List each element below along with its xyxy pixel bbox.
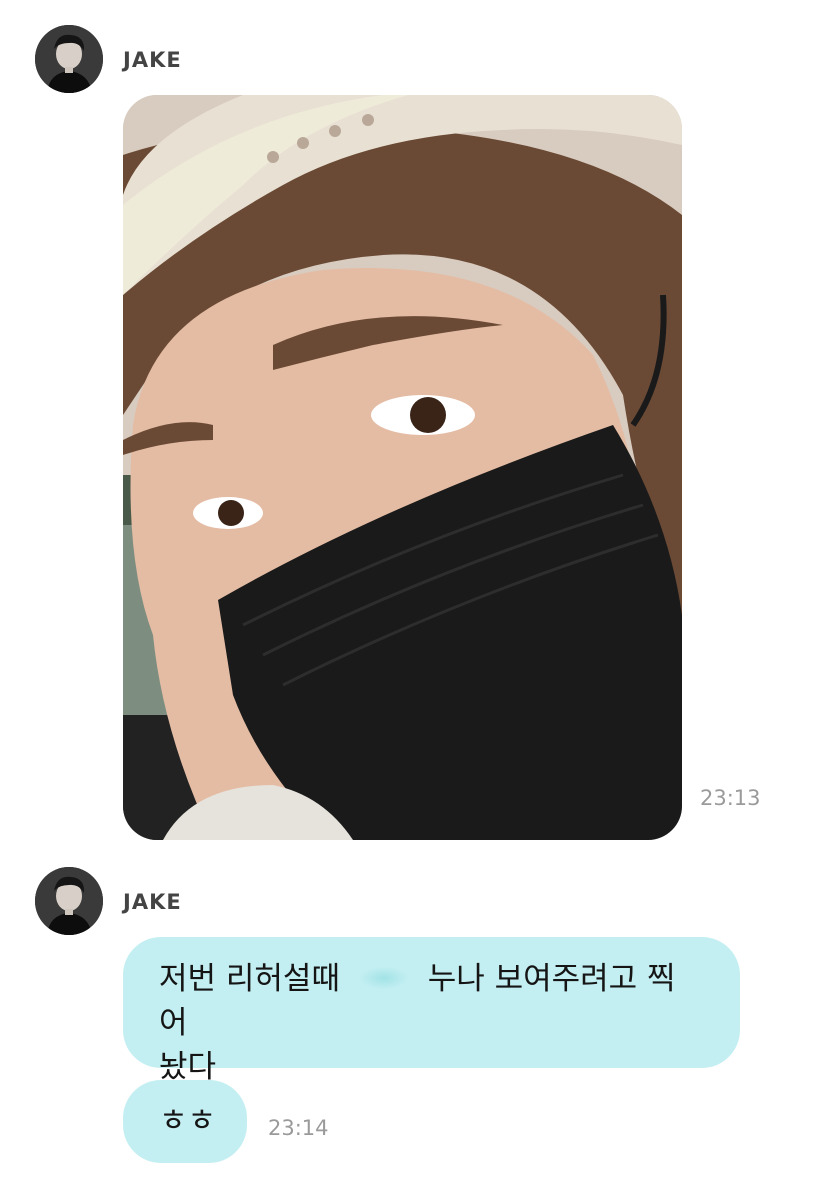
message-text: ㅎㅎ [159, 1103, 217, 1139]
selfie-photo [123, 95, 682, 840]
text-message-bubble[interactable]: ㅎㅎ [123, 1080, 247, 1163]
avatar-portrait-icon [35, 25, 103, 93]
sender-avatar[interactable] [35, 25, 103, 93]
message-timestamp: 23:13 [700, 786, 761, 810]
message-line: 놨다 [159, 1045, 704, 1089]
photo-message[interactable] [123, 95, 682, 840]
text-message-bubble[interactable]: 저번 리허설때 누나 보여주려고 찍어 놨다 [123, 937, 740, 1085]
sender-name: JAKE [123, 890, 182, 914]
sender-avatar[interactable] [35, 867, 103, 935]
avatar-portrait-icon [35, 867, 103, 935]
message-line: 저번 리허설때 누나 보여주려고 찍어 [159, 957, 704, 1045]
message-timestamp: 23:14 [268, 1116, 329, 1140]
sender-name: JAKE [123, 48, 182, 72]
message-text: 저번 리허설때 [159, 961, 340, 997]
redacted-name [351, 963, 416, 993]
